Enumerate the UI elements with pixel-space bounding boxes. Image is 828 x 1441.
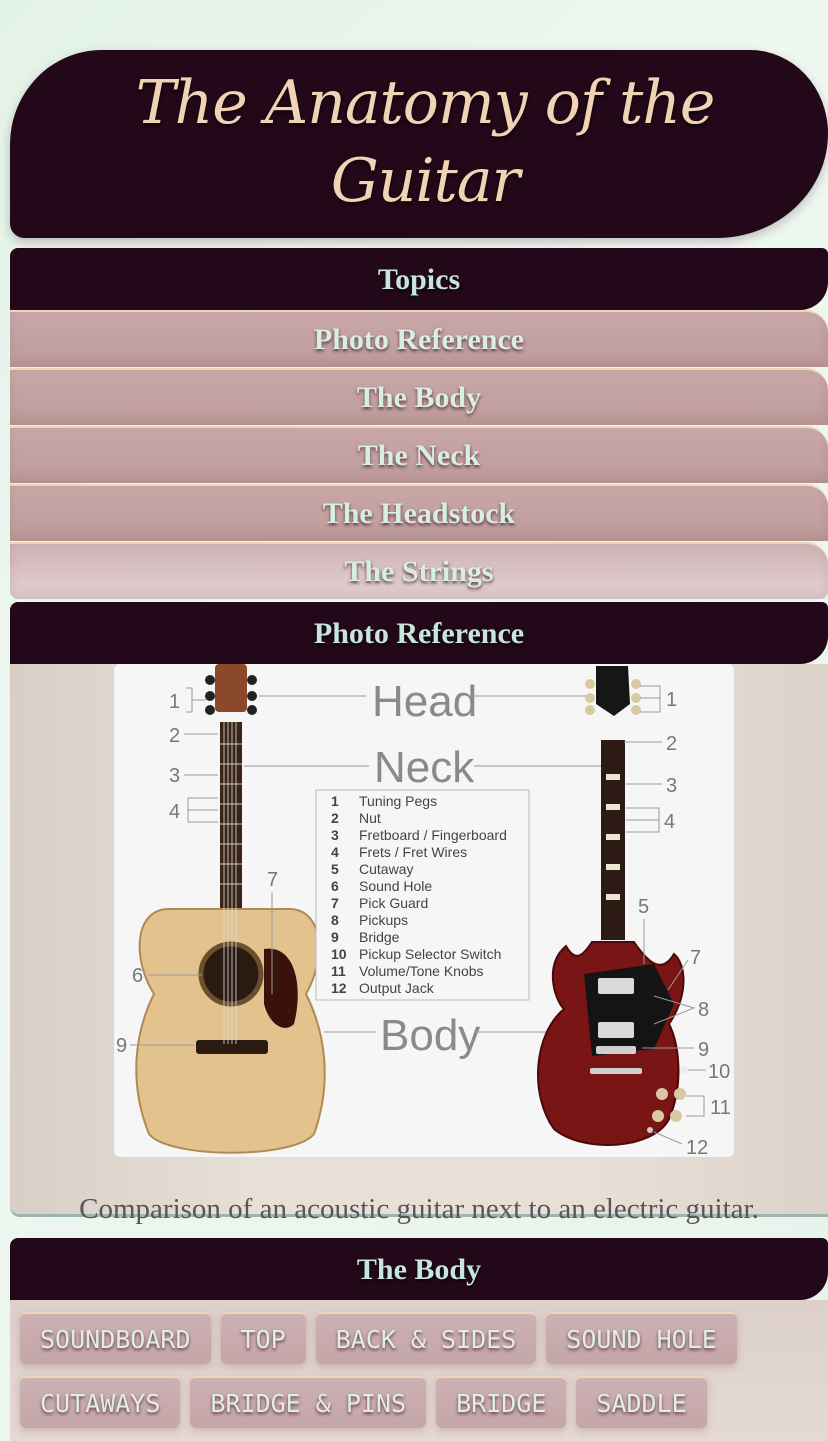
chip-sound-hole[interactable]: SOUND HOLE xyxy=(546,1312,737,1364)
legend-num-9: 9 xyxy=(331,929,339,945)
chip-bridge[interactable]: BRIDGE xyxy=(436,1376,567,1428)
electric-callout-9: 9 xyxy=(698,1039,709,1061)
electric-callout-12: 12 xyxy=(686,1137,708,1157)
electric-callout-8: 8 xyxy=(698,999,709,1021)
legend-label-8: Pickups xyxy=(359,912,408,928)
legend-label-11: Volume/Tone Knobs xyxy=(359,963,484,979)
legend-label-6: Sound Hole xyxy=(359,878,432,894)
electric-callout-7: 7 xyxy=(690,947,701,969)
chip-saddle[interactable]: SADDLE xyxy=(576,1376,707,1428)
chip-cutaways[interactable]: CUTAWAYS xyxy=(20,1376,181,1428)
acoustic-callout-9: 9 xyxy=(116,1035,127,1057)
legend-num-1: 1 xyxy=(331,793,339,809)
legend-num-10: 10 xyxy=(331,946,347,962)
legend-num-6: 6 xyxy=(331,878,339,894)
electric-callout-1: 1 xyxy=(666,689,677,711)
chip-bridge-and-pins[interactable]: BRIDGE & PINS xyxy=(190,1376,427,1428)
image-caption: Comparison of an acoustic guitar next to… xyxy=(79,1193,759,1225)
topic-link-the-body[interactable]: The Body xyxy=(10,368,828,425)
electric-callout-11: 11 xyxy=(710,1097,731,1119)
legend-label-3: Fretboard / Fingerboard xyxy=(359,827,507,843)
acoustic-guitar-illustration xyxy=(135,664,326,1154)
acoustic-callout-1: 1 xyxy=(169,691,180,713)
legend-num-4: 4 xyxy=(331,844,339,860)
guitar-comparison-image: Head Neck Body 1 2 3 4 7 6 9 1 Tuning Pe… xyxy=(114,664,734,1157)
topics-nav: Photo Reference The Body The Neck The He… xyxy=(10,310,828,599)
image-legend: 1 Tuning Pegs 2 Nut 3 Fretboard / Finger… xyxy=(315,789,530,1001)
legend-num-2: 2 xyxy=(331,810,339,826)
legend-label-1: Tuning Pegs xyxy=(359,793,437,809)
legend-label-7: Pick Guard xyxy=(359,895,428,911)
electric-callout-10: 10 xyxy=(708,1061,730,1083)
chip-back-and-sides[interactable]: BACK & SIDES xyxy=(315,1312,537,1364)
topic-link-the-headstock[interactable]: The Headstock xyxy=(10,484,828,541)
image-label-neck: Neck xyxy=(374,743,475,792)
page-title: The Anatomy of the Guitar xyxy=(135,68,716,216)
photo-reference-panel: Head Neck Body 1 2 3 4 7 6 9 1 Tuning Pe… xyxy=(10,664,828,1225)
topic-link-the-strings[interactable]: The Strings xyxy=(10,542,828,599)
topic-link-photo-reference[interactable]: Photo Reference xyxy=(10,310,828,367)
legend-label-2: Nut xyxy=(359,810,381,826)
legend-label-5: Cutaway xyxy=(359,861,413,877)
page-header: The Anatomy of the Guitar xyxy=(10,50,828,238)
body-section-header: The Body xyxy=(10,1238,828,1300)
legend-num-7: 7 xyxy=(331,895,339,911)
acoustic-callout-7: 7 xyxy=(267,869,278,891)
legend-num-12: 12 xyxy=(331,980,347,996)
legend-label-10: Pickup Selector Switch xyxy=(359,946,501,962)
photo-reference-header: Photo Reference xyxy=(10,602,828,664)
image-label-head: Head xyxy=(372,677,477,726)
electric-callout-3: 3 xyxy=(666,775,677,797)
electric-callout-4: 4 xyxy=(664,811,675,833)
topics-header: Topics xyxy=(10,248,828,310)
legend-label-9: Bridge xyxy=(359,929,400,945)
legend-num-8: 8 xyxy=(331,912,339,928)
chip-soundboard[interactable]: SOUNDBOARD xyxy=(20,1312,211,1364)
electric-callout-2: 2 xyxy=(666,733,677,755)
legend-num-5: 5 xyxy=(331,861,339,877)
acoustic-callout-2: 2 xyxy=(169,725,180,747)
topic-link-the-neck[interactable]: The Neck xyxy=(10,426,828,483)
acoustic-callout-6: 6 xyxy=(132,965,143,987)
image-label-body: Body xyxy=(380,1011,480,1060)
legend-label-12: Output Jack xyxy=(359,980,435,996)
body-topic-chips: SOUNDBOARD TOP BACK & SIDES SOUND HOLE C… xyxy=(10,1300,828,1428)
acoustic-callout-4: 4 xyxy=(169,801,180,823)
legend-label-4: Frets / Fret Wires xyxy=(359,844,467,860)
electric-callout-5: 5 xyxy=(638,896,649,918)
acoustic-callout-3: 3 xyxy=(169,765,180,787)
legend-num-11: 11 xyxy=(331,963,346,979)
legend-num-3: 3 xyxy=(331,827,339,843)
chip-top[interactable]: TOP xyxy=(220,1312,306,1364)
